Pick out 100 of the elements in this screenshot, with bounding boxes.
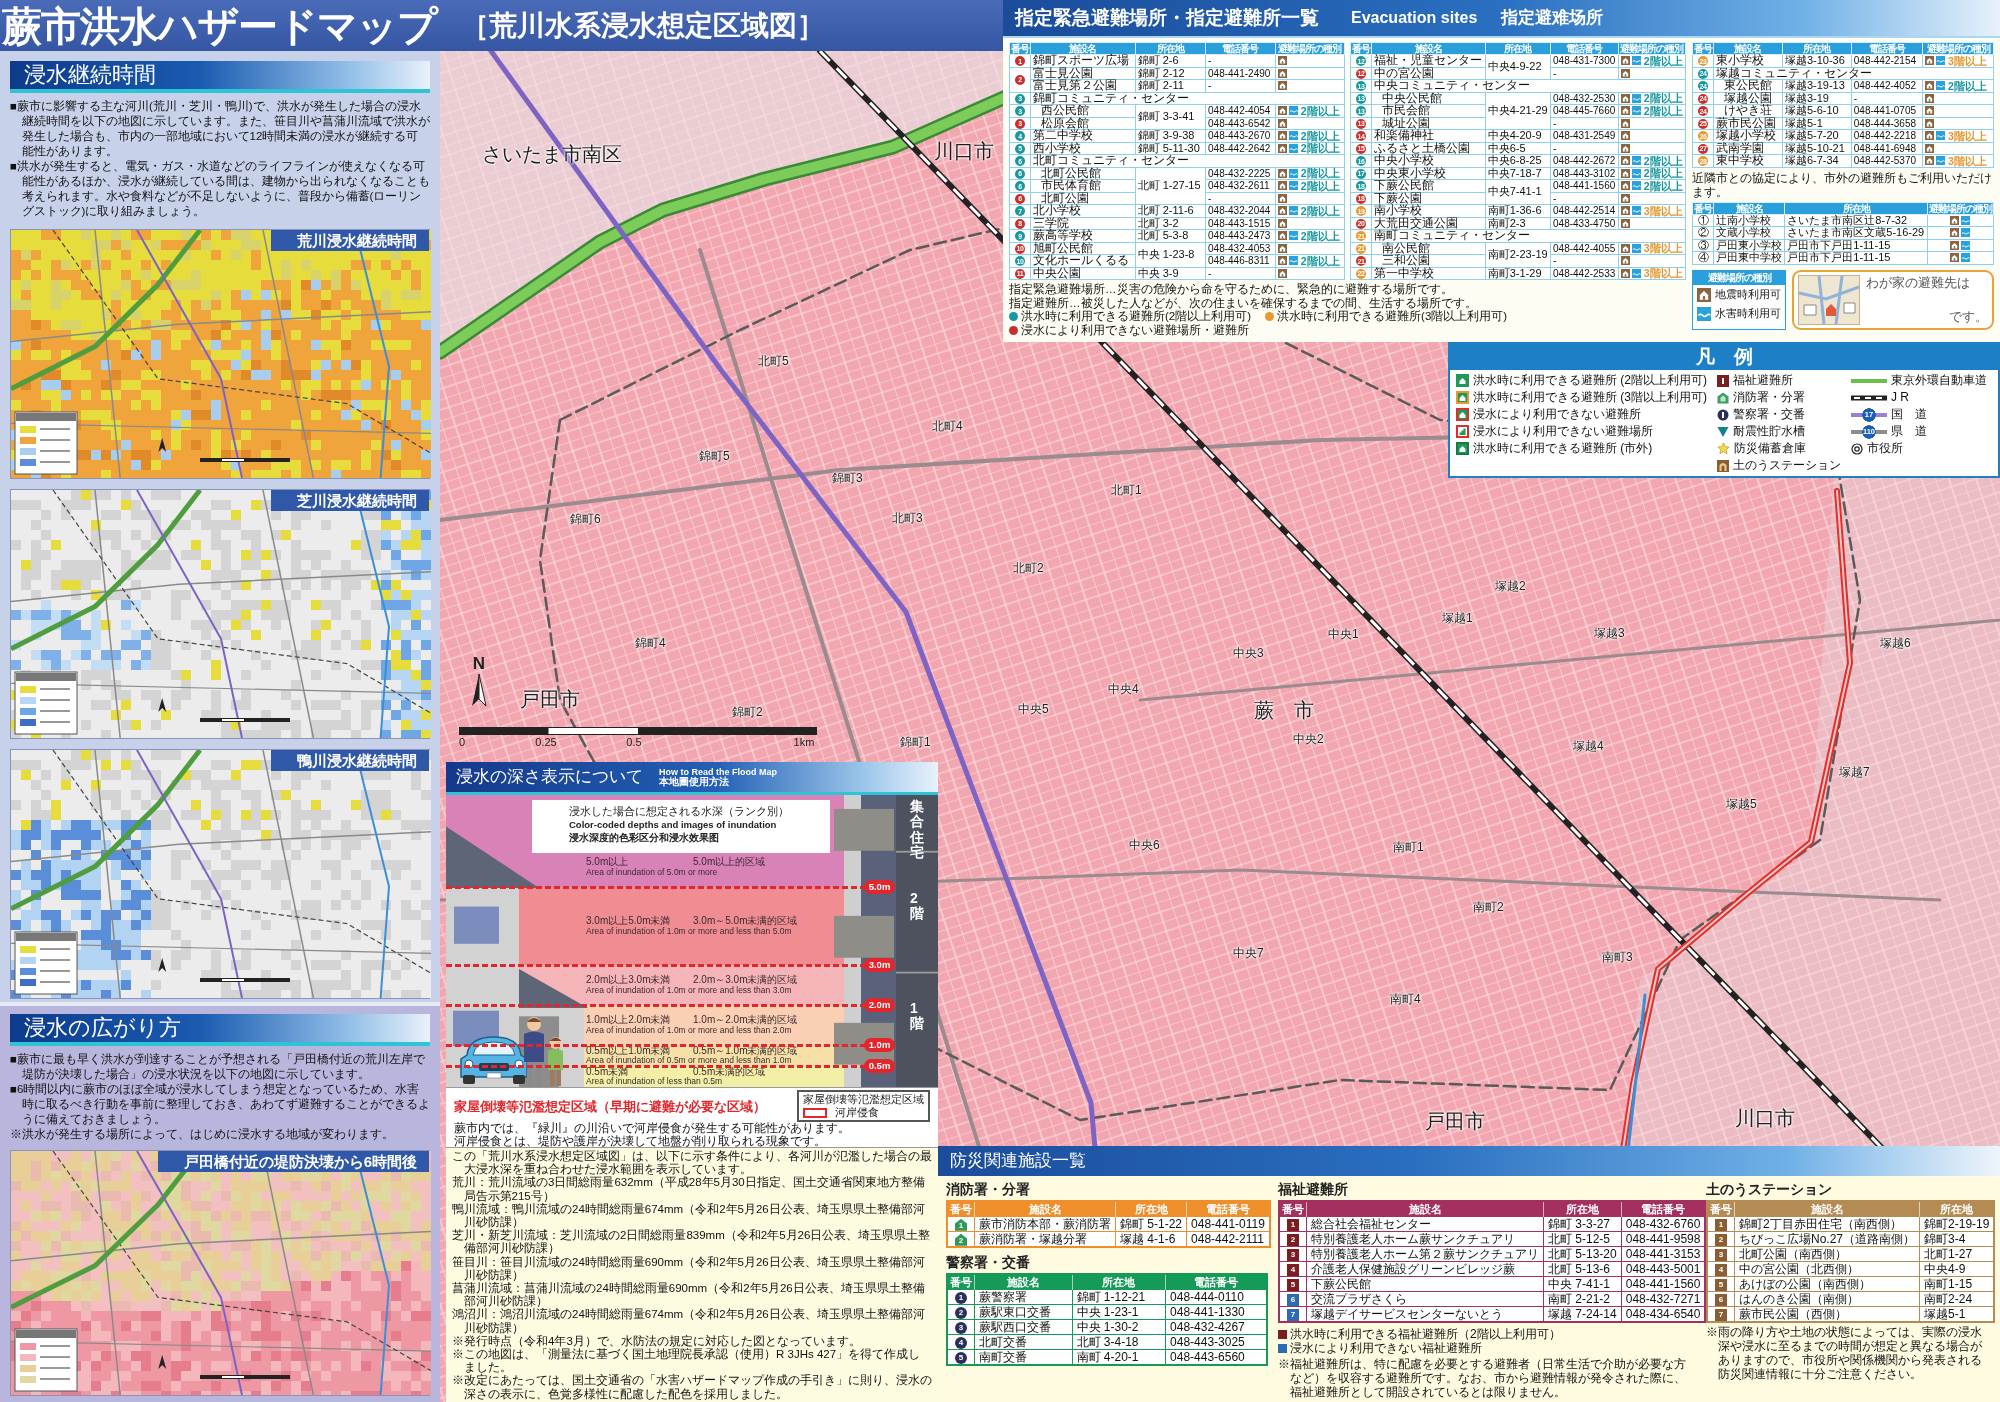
panel-title: 指定緊急避難場所・指定避難所一覧 [1015, 6, 1319, 30]
legend-text: 県 道 [1891, 423, 1927, 440]
table-cell: - [1205, 267, 1276, 280]
table-cell: 北町 5-13-6 [1543, 1261, 1622, 1277]
arch-tile-icon [1717, 459, 1729, 472]
table-cell: 戸田市下戸田1-11-15 [1784, 251, 1928, 264]
steps-icon [1456, 425, 1469, 438]
table-cell: ふるさと土橋公園 [1371, 142, 1486, 155]
floor-label: 2階以上 [1300, 130, 1340, 141]
number-marker: 1 [1715, 1218, 1727, 1231]
paragraph: ■蕨市に最も早く洪水が到達することが予想される「戸田橋付近の荒川左岸で堤防が決壊した場合」の浸水状況を以下の地図に示しています。 [10, 1052, 426, 1082]
column-header: 所在地 [1782, 42, 1852, 55]
double-circle-icon [1851, 442, 1863, 455]
table-cell: 蕨駅東口交番 [974, 1304, 1072, 1320]
table-cell: 辻南小学校 [1713, 214, 1785, 227]
column-header: 避難場所の種別 [1927, 202, 1994, 214]
city-label: 川口市 [934, 140, 994, 163]
column-header: 番号 [947, 1201, 975, 1217]
column-header: 施設名 [1713, 42, 1783, 55]
table-cell: 中央6-8-25 [1485, 154, 1551, 167]
number-marker: 1 [955, 1218, 967, 1231]
number-marker: 4 [1287, 1263, 1299, 1276]
scale-label: 1km [793, 736, 815, 748]
note-text: ※雨の降り方や土地の状態によっては、実際の浸水深や浸水に至るまでの時間が想定と異なる場合がありますので、市役所や関係機関から発表される防災関連情報に十分ご注意ください。 [1706, 1325, 1983, 1381]
table-cell: - [1851, 92, 1923, 105]
table-cell: 南町1-36-6 [1485, 204, 1551, 217]
panel-title-english: How to Read the Flood Map [659, 767, 777, 777]
table-cell: 北町 5-13-20 [1543, 1246, 1622, 1262]
section-title: 消防署・分署 [946, 1180, 1031, 1198]
floor-label: 3階以上 [1643, 268, 1683, 279]
table-cell: - [1550, 192, 1619, 205]
district-label: 南町3 [1602, 951, 1633, 965]
building-label: 集合住宅 [910, 799, 924, 861]
table-cell: 048-442-4052 [1851, 79, 1923, 92]
table-cell: 048-441-1560 [1621, 1276, 1706, 1292]
table-cell: 総合社会福祉センター [1306, 1216, 1544, 1232]
floor-label: 2階以上 [1300, 143, 1340, 154]
table-cell: 蕨市消防本部・蕨消防署 [974, 1216, 1116, 1232]
table-cell: 中央コミュニティ・センター [1371, 79, 1686, 92]
column-header: 番号 [1009, 42, 1031, 55]
number-marker: 3 [1715, 1248, 1727, 1261]
table-cell: 塚越公園 [1713, 92, 1783, 105]
table-cell: 塚越5-1 [1782, 117, 1852, 130]
floor-label: 3階以上 [1948, 155, 1987, 166]
legend-text: 土のうステーション [1733, 457, 1841, 474]
legend-text: 消防署・分署 [1733, 389, 1805, 406]
legend-text: 東京外環自動車道 [1891, 372, 1987, 389]
district-label: 中央5 [1018, 703, 1049, 717]
legend-text: 洪水時に利用できる避難所(3階以上利用可) [1277, 310, 1508, 324]
district-label: 北町3 [892, 512, 923, 526]
table-cell: 中央 1-30-2 [1072, 1319, 1166, 1335]
table-cell: 中央小学校 [1371, 154, 1486, 167]
table-cell: 048-442-2672 [1550, 154, 1619, 167]
caption-chinese: 浸水深度的色彩区分和浸水效果图 [569, 831, 720, 844]
district-label: 錦町5 [699, 450, 730, 464]
table-cell: 蕨警察署 [974, 1289, 1072, 1305]
column-header: 所在地 [1485, 42, 1551, 55]
zone-text: 蕨市内では、『緑川』の川沿いで河岸侵食が発生する可能性があります。 [454, 1122, 851, 1135]
section-title: 福祉避難所 [1278, 1180, 1349, 1198]
legend-text: 防災備蓄倉庫 [1734, 440, 1806, 457]
district-label: 中央7 [1233, 947, 1264, 961]
district-label: 中央6 [1129, 839, 1160, 853]
floor-label: 3階以上 [1948, 130, 1987, 141]
column-header: 電話番号 [1205, 42, 1276, 55]
table-cell: 東中学校 [1713, 154, 1783, 167]
district-label: 中央4 [1108, 683, 1139, 697]
table-cell: 特別養護老人ホーム第２蕨サンクチュアリ [1306, 1246, 1544, 1262]
table-cell: 塚越コミュニティ・センター [1713, 67, 1994, 80]
district-label: 塚越7 [1839, 766, 1870, 780]
table-cell: 市民体育館 [1030, 179, 1136, 192]
footnote-text: 指定緊急避難場所…災害の危険から命を守るために、緊急的に避難する場所です。 [1009, 283, 1454, 297]
column-header: 避難場所の種別 [1922, 42, 1994, 55]
column-header: 施設名 [1734, 1201, 1920, 1217]
note-text: ※福祉避難所は、特に配慮を必要とする避難者（日常生活で介助が必要な方など）を収容する避難所です。なお、市から避難情報が発令された際に、福祉避難所として開設されているとは限りません。 [1278, 1357, 1687, 1399]
table-cell: - [1550, 254, 1619, 267]
map-title: 蕨市洪水ハザードマップ [2, 5, 437, 46]
table-cell: - [1205, 79, 1276, 92]
tile-icon [1717, 374, 1729, 387]
table-cell: 東小学校 [1713, 54, 1783, 67]
pentagon-icon [1717, 391, 1729, 404]
table-cell: 北小学校 [1030, 204, 1136, 217]
map-title: 鴨川浸水継続時間 [271, 750, 429, 771]
floor-label: 3階以上 [1643, 243, 1683, 254]
table-cell: 北町 5-3-8 [1135, 229, 1206, 242]
table-cell: 北町 1-27-15 [1135, 167, 1206, 205]
memo-text: わが家の避難先は [1866, 274, 1971, 291]
district-label: 南町4 [1390, 993, 1421, 1007]
table-cell: 北町 3-4-18 [1072, 1334, 1166, 1350]
number-marker: 5 [1287, 1278, 1299, 1291]
district-label: 中央1 [1328, 628, 1359, 642]
district-label: 北町4 [932, 420, 963, 434]
house-icon [1456, 374, 1469, 387]
column-header: 電話番号 [1550, 42, 1619, 55]
column-header: 所在地 [1072, 1274, 1166, 1290]
table-cell: 048-445-7660 [1550, 104, 1619, 117]
table-cell: 東公民館 [1713, 79, 1783, 92]
legend-text: 地震時利用可 [1715, 288, 1781, 301]
table-cell: 北町公民館 [1030, 167, 1136, 180]
floor-label: 2階以上 [1300, 205, 1340, 216]
table-cell: 中央7-41-1 [1485, 179, 1551, 205]
